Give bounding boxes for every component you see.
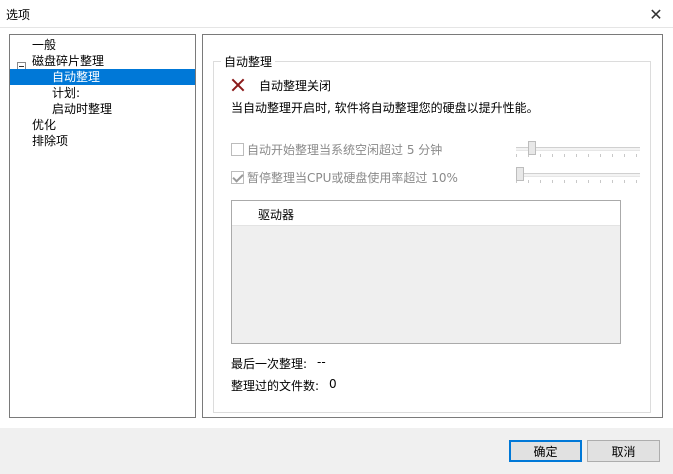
settings-panel: 自动整理 自动整理关闭 当自动整理开启时, 软件将自动整理您的硬盘以提升性能。 … bbox=[202, 34, 663, 418]
close-button[interactable]: ✕ bbox=[645, 3, 667, 25]
drives-list-header: 驱动器 bbox=[232, 201, 620, 226]
x-icon bbox=[231, 78, 245, 92]
tree-item-schedule[interactable]: 计划: bbox=[52, 85, 80, 101]
pause-checkbox[interactable] bbox=[231, 170, 244, 184]
options-tree[interactable]: 一般 磁盘碎片整理 自动整理 计划: 启动时整理 优化 排除项 bbox=[9, 34, 196, 418]
idle-option-label: 自动开始整理当系统空闲超过 5 分钟 bbox=[247, 142, 443, 157]
drives-column-header[interactable]: 驱动器 bbox=[258, 206, 294, 223]
cancel-button[interactable]: 取消 bbox=[587, 440, 660, 462]
title-bar: 选项 ✕ bbox=[0, 0, 673, 28]
files-count-value: 0 bbox=[329, 377, 337, 391]
tree-item-defrag[interactable]: 磁盘碎片整理 bbox=[32, 53, 104, 69]
pause-option-label: 暂停整理当CPU或硬盘使用率超过 10% bbox=[247, 170, 458, 185]
tree-item-exclusions[interactable]: 排除项 bbox=[32, 133, 68, 149]
pause-slider[interactable] bbox=[516, 167, 640, 183]
status-text: 自动整理关闭 bbox=[259, 78, 332, 93]
pause-slider-thumb[interactable] bbox=[516, 167, 524, 181]
tree-item-boot-defrag[interactable]: 启动时整理 bbox=[52, 101, 112, 117]
last-defrag-value: -- bbox=[317, 355, 326, 369]
idle-slider[interactable] bbox=[516, 141, 640, 157]
button-bar: 确定 取消 bbox=[0, 428, 673, 474]
dialog-body: 一般 磁盘碎片整理 自动整理 计划: 启动时整理 优化 排除项 自动整理 自动整… bbox=[0, 28, 673, 428]
last-defrag-row: 最后一次整理: -- bbox=[231, 355, 326, 372]
status-row: 自动整理关闭 bbox=[231, 77, 331, 93]
idle-slider-thumb[interactable] bbox=[528, 141, 536, 155]
tree-item-auto-defrag[interactable]: 自动整理 bbox=[10, 69, 195, 85]
group-title: 自动整理 bbox=[221, 53, 276, 70]
files-count-row: 整理过的文件数: 0 bbox=[231, 377, 337, 394]
pause-option[interactable]: 暂停整理当CPU或硬盘使用率超过 10% bbox=[231, 169, 458, 185]
last-defrag-label: 最后一次整理: bbox=[231, 357, 308, 371]
description-text: 当自动整理开启时, 软件将自动整理您的硬盘以提升性能。 bbox=[231, 101, 539, 115]
window-title: 选项 bbox=[6, 8, 31, 22]
tree-item-general[interactable]: 一般 bbox=[32, 37, 56, 53]
idle-option[interactable]: 自动开始整理当系统空闲超过 5 分钟 bbox=[231, 141, 442, 157]
drives-list[interactable]: 驱动器 bbox=[231, 200, 621, 344]
idle-checkbox[interactable] bbox=[231, 142, 244, 156]
tree-item-optimize[interactable]: 优化 bbox=[32, 117, 56, 133]
ok-button[interactable]: 确定 bbox=[509, 440, 582, 462]
files-count-label: 整理过的文件数: bbox=[231, 379, 320, 393]
